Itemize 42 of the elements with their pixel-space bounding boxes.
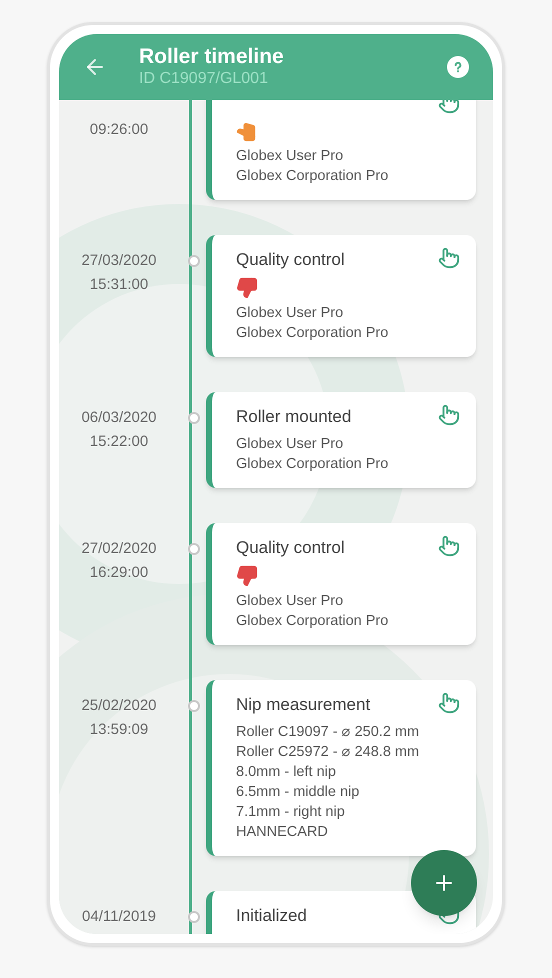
event-date: 06/03/2020 — [81, 408, 157, 428]
event-card[interactable]: Initialized — [206, 891, 476, 934]
event-date: 27/02/2020 — [81, 539, 157, 559]
event-detail: Globex User Pro — [236, 147, 344, 166]
event-detail: Globex Corporation Pro — [236, 167, 390, 186]
event-title: Nip measurement — [236, 694, 372, 716]
event-title: Quality control — [236, 249, 346, 271]
event-time: 09:26:00 — [90, 120, 148, 140]
event-detail: Globex User Pro — [236, 435, 344, 454]
event-date: 27/03/2020 — [81, 251, 157, 271]
event-title: Quality control — [236, 537, 346, 559]
touch-icon — [438, 692, 460, 714]
event-card[interactable]: Nip measurement Roller C19097 - ⌀ 250.2 mm Roller C25972 - ⌀ 248.8 mm 8.0mm - left nip 6.5mm - middle nip 7.1mm - right nip HANNECARD — [206, 680, 476, 856]
touch-icon — [438, 404, 460, 426]
event-detail: Globex User Pro — [236, 304, 344, 323]
touch-icon — [438, 535, 460, 557]
event-title: Roller mounted — [236, 406, 352, 428]
event-detail: 8.0mm - left nip — [236, 763, 337, 782]
roller-id: ID C19097/GL001 — [139, 69, 269, 89]
touch-icon — [438, 247, 460, 269]
event-detail: Roller C25972 - ⌀ 248.8 mm — [236, 743, 420, 762]
event-time: 15:31:00 — [90, 275, 148, 295]
screen-title: Roller timeline — [139, 45, 285, 69]
event-detail: HANNECARD — [236, 823, 329, 842]
event-card[interactable]: Quality control Globex User Pro Globex Corporation Pro — [206, 523, 476, 645]
event-card[interactable]: Quality control Globex User Pro Globex Corporation Pro — [206, 235, 476, 357]
event-time: 16:29:00 — [90, 563, 148, 583]
event-detail: Globex User Pro — [236, 592, 344, 611]
event-time: 13:59:09 — [90, 720, 148, 740]
event-detail: Roller C19097 - ⌀ 250.2 mm — [236, 723, 420, 742]
event-time: 15:22:00 — [90, 432, 148, 452]
event-card[interactable]: Globex User Pro Globex Corporation Pro — [206, 100, 476, 200]
event-date: 25/02/2020 — [81, 696, 157, 716]
event-date: 04/11/2019 — [82, 907, 156, 927]
event-detail: 6.5mm - middle nip — [236, 783, 360, 802]
event-detail: Globex Corporation Pro — [236, 612, 390, 631]
event-card[interactable]: Roller mounted Globex User Pro Globex Corporation Pro — [206, 392, 476, 488]
event-detail: Globex Corporation Pro — [236, 455, 390, 474]
event-detail: 7.1mm - right nip — [236, 803, 346, 822]
help-button[interactable] — [447, 56, 469, 78]
event-title: Initialized — [236, 905, 308, 927]
event-detail: Globex Corporation Pro — [236, 324, 390, 343]
